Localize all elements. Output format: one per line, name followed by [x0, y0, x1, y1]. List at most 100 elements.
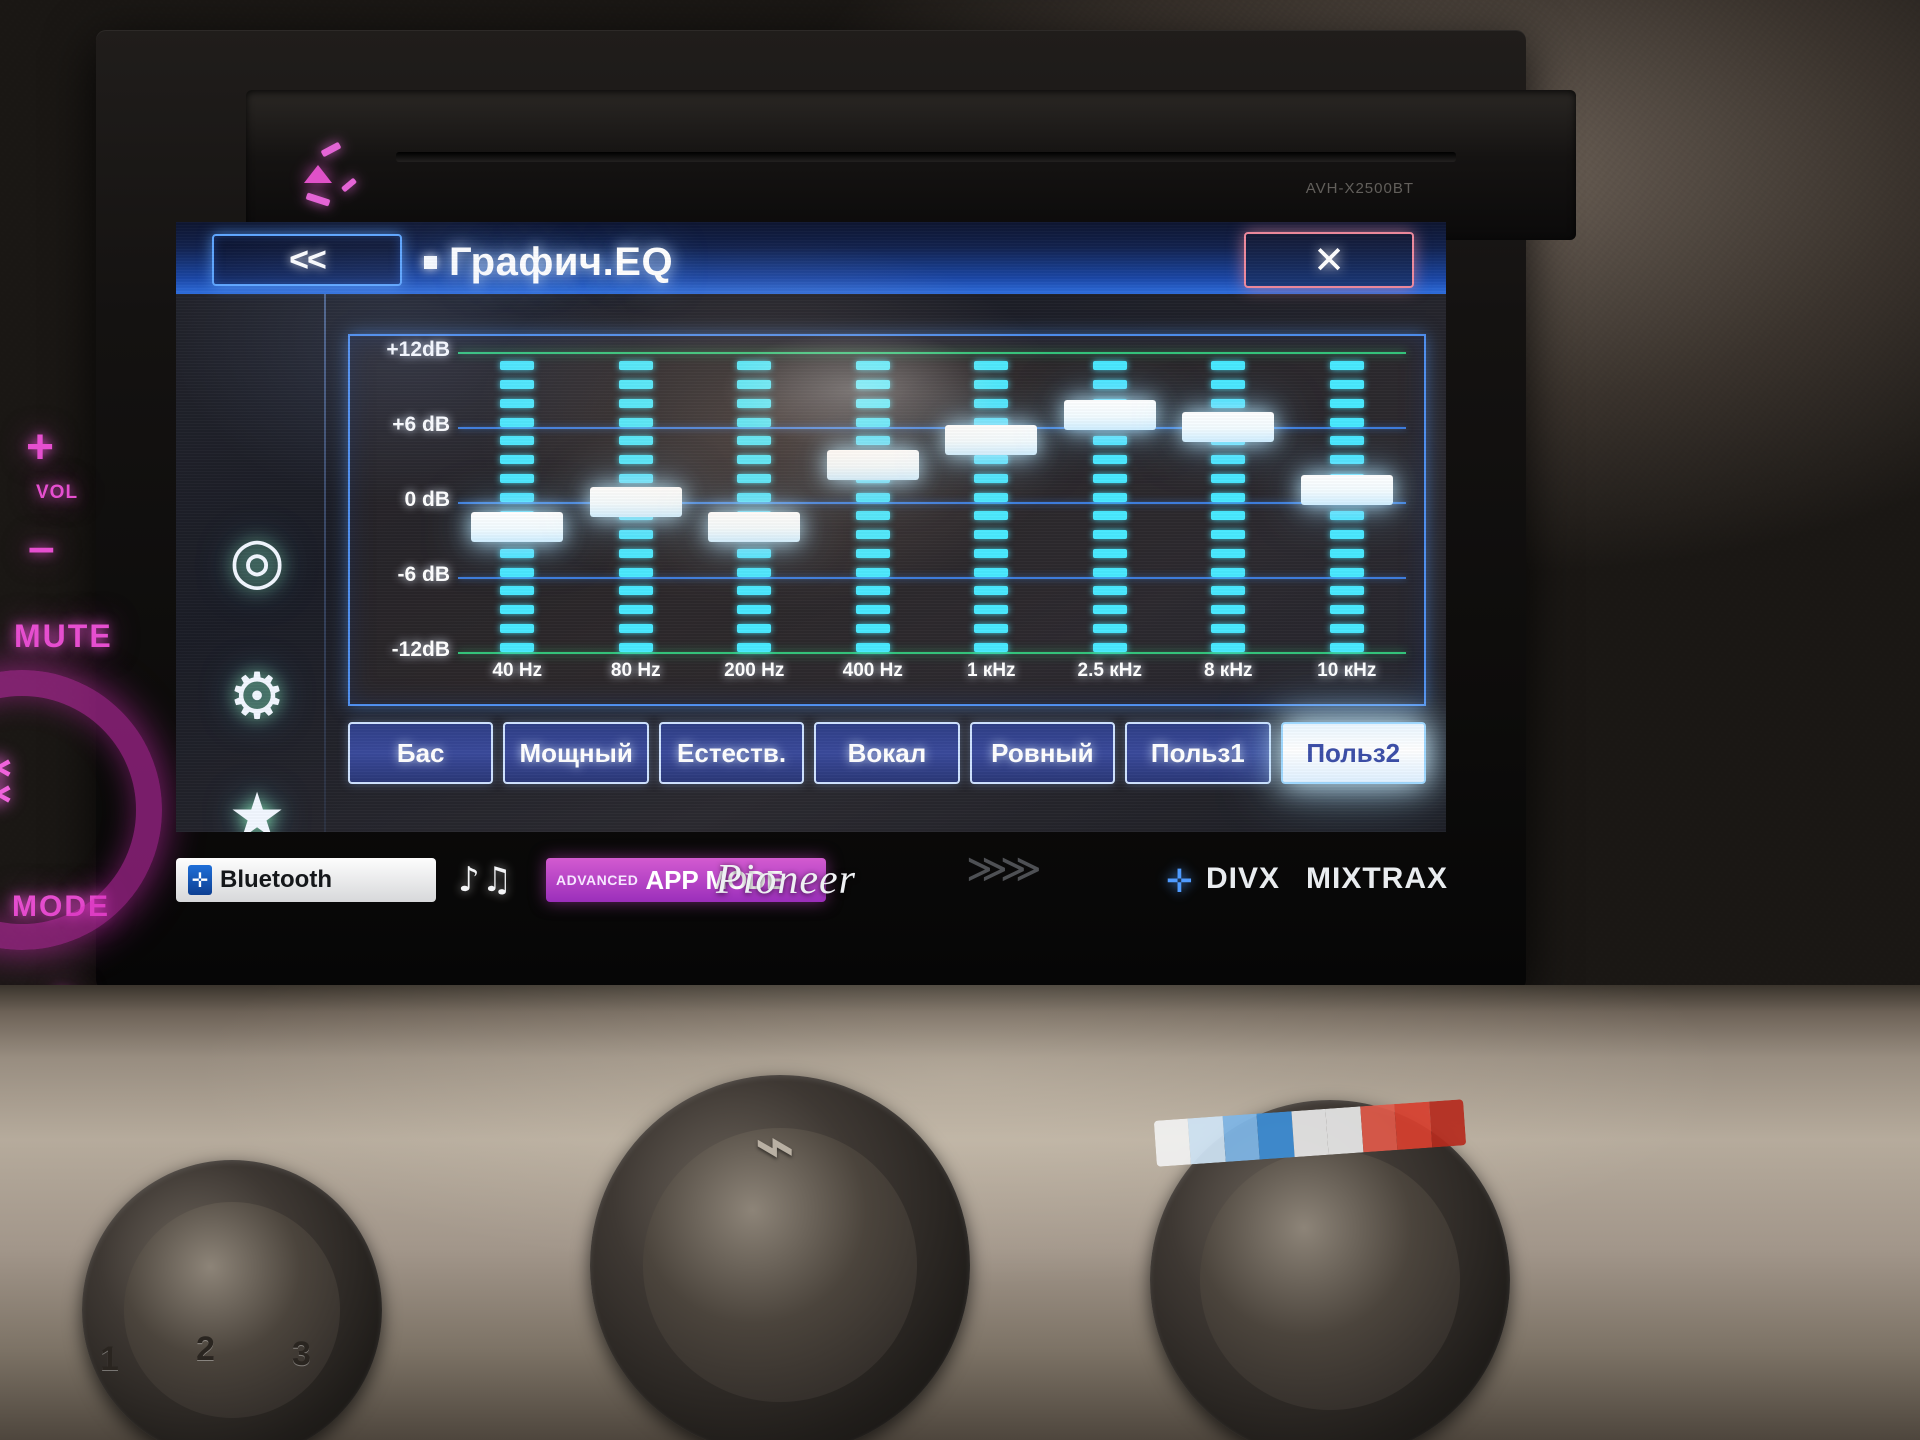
eq-notch [974, 605, 1009, 615]
rail-divider [324, 294, 326, 832]
eq-notch [500, 380, 535, 390]
eq-notch [855, 548, 890, 558]
eq-band-4[interactable]: 1 кHz [943, 352, 1039, 681]
eq-notch [618, 586, 653, 596]
preset-button-row[interactable]: Бас Мощный Естеств. Вокал Ровный Польз1 Польз2 [348, 722, 1426, 784]
favorites-star-icon[interactable]: ★ [212, 772, 302, 832]
eq-notch [1329, 436, 1364, 446]
eq-notch [618, 567, 653, 577]
eq-notch [500, 586, 535, 596]
preset-button-6[interactable]: Польз2 [1280, 722, 1426, 784]
lcd-screen: << Графич.EQ ✕ ◎ ⚙ ★ +12dB +6 dB 0 dB -6 dB… [176, 222, 1446, 832]
eq-notch [618, 417, 653, 427]
page-title-text: Графич.EQ [449, 239, 674, 284]
eq-band-6[interactable]: 8 кHz [1180, 352, 1276, 681]
volume-label: VOL [36, 482, 79, 503]
eq-notch [618, 605, 653, 615]
climate-knob-left[interactable] [82, 1160, 382, 1440]
eq-slider-thumb-1[interactable] [589, 487, 682, 517]
eq-notch [855, 623, 890, 633]
eq-notch [737, 455, 772, 465]
eq-notch [974, 492, 1009, 502]
eq-notch [500, 436, 535, 446]
eq-notch [500, 548, 535, 558]
eq-notch [1092, 380, 1127, 390]
eq-graph-panel[interactable]: +12dB +6 dB 0 dB -6 dB -12dB 40 Hz 80 Hz 200 Hz… [348, 334, 1426, 706]
eq-notch [737, 567, 772, 577]
eq-notch [1211, 586, 1246, 596]
eq-notch [855, 605, 890, 615]
eq-notch [1211, 473, 1246, 483]
eq-band-7[interactable]: 10 кHz [1299, 352, 1395, 681]
eq-band-3[interactable]: 400 Hz [825, 352, 921, 681]
eq-notch [974, 548, 1009, 558]
eq-band-0[interactable]: 40 Hz [469, 352, 565, 681]
eq-notch [618, 642, 653, 652]
eq-notch [855, 361, 890, 371]
y-axis-label: -6 dB [397, 563, 451, 587]
eq-notch [855, 492, 890, 502]
preset-button-0[interactable]: Бас [348, 722, 494, 784]
preset-button-4[interactable]: Ровный [969, 722, 1116, 784]
settings-gear-icon[interactable]: ⚙ [212, 652, 302, 742]
gridline--12db: -12dB [392, 638, 1406, 661]
eq-notch [1211, 455, 1246, 465]
eq-band-5[interactable]: 2.5 кHz [1062, 352, 1158, 681]
eq-slider-thumb-4[interactable] [945, 424, 1038, 455]
eq-band-1[interactable]: 80 Hz [588, 352, 684, 681]
eq-notch [1092, 548, 1127, 558]
eq-notch [618, 361, 653, 371]
audio-icon[interactable]: ◎ [212, 516, 302, 606]
preset-button-5[interactable]: Польз1 [1125, 722, 1271, 784]
divx-label: DIVX [1206, 862, 1281, 895]
eq-band-2[interactable]: 200 Hz [706, 352, 802, 681]
eq-notch [737, 473, 772, 483]
eq-notch [1211, 492, 1246, 502]
back-button[interactable]: << [212, 234, 402, 286]
eq-notch [618, 548, 653, 558]
eq-notch [500, 623, 535, 633]
eq-slider-thumb-7[interactable] [1300, 474, 1393, 505]
eq-notch [974, 398, 1009, 408]
preset-button-1[interactable]: Мощный [503, 722, 649, 784]
eq-notch [737, 380, 772, 390]
eq-notch [974, 511, 1009, 521]
eq-notch [737, 436, 772, 446]
screenshot-root: AVH-X2500BT + VOL – MUTE MODE TRK ▶ ◀ ⁑ … [0, 0, 1920, 1440]
bluetooth-icon-small: ✛ [1166, 862, 1193, 900]
eq-notch [855, 398, 890, 408]
bluetooth-label: Bluetooth [220, 866, 332, 893]
eq-slider-thumb-3[interactable] [826, 449, 919, 480]
bluetooth-icon: ✛ [188, 865, 212, 895]
y-axis-label: +6 dB [392, 413, 450, 437]
eq-notch [974, 473, 1009, 483]
climate-number-3: 3 [292, 1335, 311, 1373]
close-button[interactable]: ✕ [1244, 232, 1414, 288]
eq-notch [500, 361, 535, 371]
eq-slider-thumb-2[interactable] [708, 512, 801, 542]
eq-slider-thumb-5[interactable] [1063, 399, 1156, 430]
eq-notch [1092, 586, 1127, 596]
mute-key[interactable]: MUTE [14, 618, 113, 655]
eq-notch [1211, 530, 1246, 540]
preset-button-2[interactable]: Естеств. [658, 722, 805, 784]
eq-notch [618, 436, 653, 446]
eq-notch [1329, 548, 1364, 558]
volume-up-key[interactable]: + [26, 420, 54, 475]
eject-icon[interactable] [304, 165, 332, 183]
y-axis-label: 0 dB [404, 488, 450, 512]
x-axis-label: 8 кHz [1203, 660, 1253, 681]
x-axis-label: 200 Hz [724, 660, 785, 681]
eq-notch [500, 398, 535, 408]
preset-button-3[interactable]: Вокал [814, 722, 960, 784]
eq-notch [737, 492, 772, 502]
eq-plot-area[interactable]: +12dB +6 dB 0 dB -6 dB -12dB 40 Hz 80 Hz 200 Hz… [386, 338, 1406, 681]
eq-notch [1329, 398, 1364, 408]
eq-notch [618, 455, 653, 465]
eq-notch [1329, 455, 1364, 465]
rotary-dial-icon[interactable]: ⁑ [0, 756, 60, 866]
eq-slider-thumb-6[interactable] [1182, 412, 1275, 442]
eq-slider-thumb-0[interactable] [471, 512, 564, 542]
volume-down-key[interactable]: – [28, 520, 55, 575]
eq-notch [855, 567, 890, 577]
